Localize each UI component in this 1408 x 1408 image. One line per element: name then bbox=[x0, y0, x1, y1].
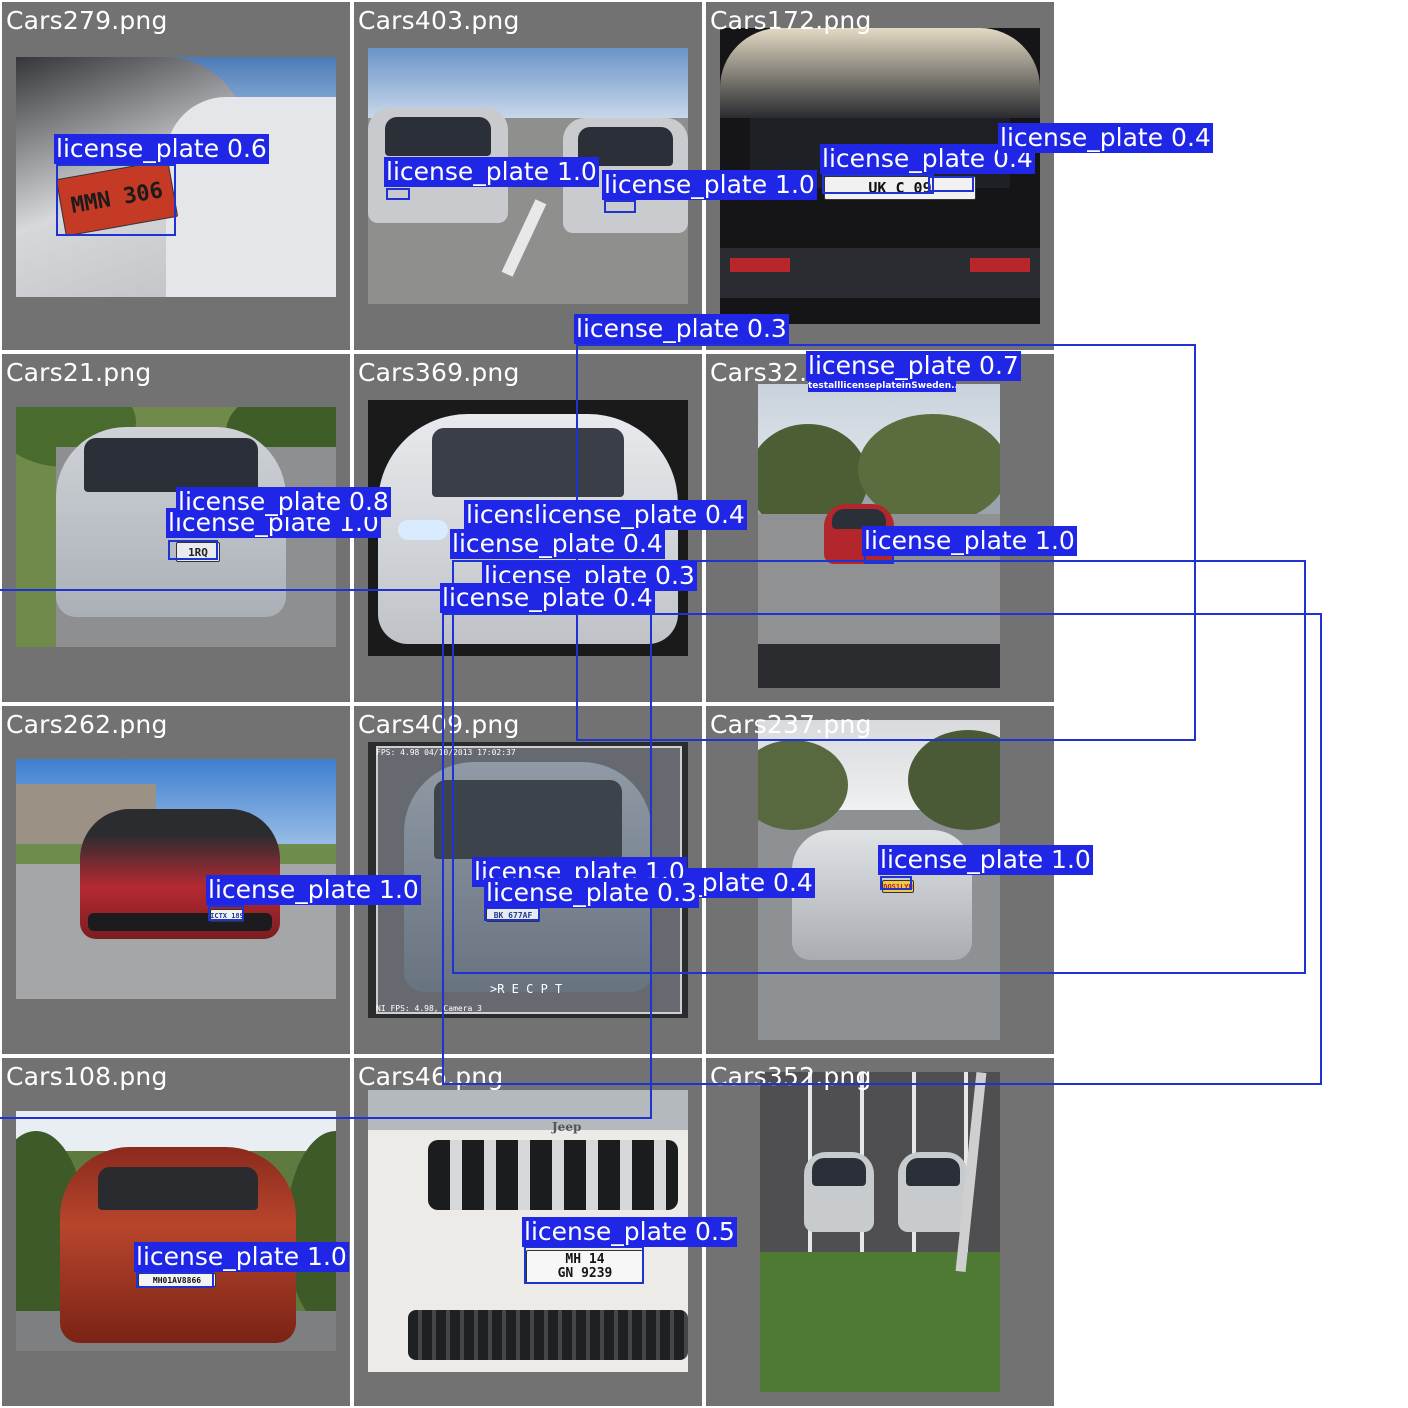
car-photo: MMN 306 bbox=[16, 57, 336, 297]
tile-filename: Cars369.png bbox=[358, 358, 520, 387]
car-photo bbox=[758, 384, 1000, 688]
car-photo: Jeep MH 14 GN 9239 bbox=[368, 1090, 688, 1372]
tile-cars352: Cars352.png bbox=[706, 1058, 1054, 1406]
tile-filename: Cars21.png bbox=[6, 358, 152, 387]
tile-filename: Cars46.png bbox=[358, 1062, 504, 1091]
car-photo: MH01AV8866 bbox=[16, 1111, 336, 1351]
car-photo: ICTX 189 bbox=[16, 759, 336, 999]
receipt-text: >R E C P T bbox=[490, 982, 563, 996]
plate-text: BK 677AF bbox=[486, 908, 540, 922]
car-photo: 1RQ bbox=[16, 407, 336, 647]
jeep-logo-text: Jeep bbox=[552, 1120, 582, 1134]
car-photo: BK 677AF FPS: 4.98 04/10/2013 17:02:37 N… bbox=[368, 742, 688, 1018]
plate-line-2: GN 9239 bbox=[557, 1266, 613, 1281]
tile-filename: Cars403.png bbox=[358, 6, 520, 35]
tile-cars403: Cars403.png bbox=[354, 2, 702, 350]
tile-cars279: Cars279.png MMN 306 bbox=[2, 2, 350, 350]
car-photo: DOS1LYN bbox=[758, 720, 1000, 1040]
tile-cars237: Cars237.png DOS1LYN bbox=[706, 706, 1054, 1054]
tile-filename: Cars262.png bbox=[6, 710, 168, 739]
plate-text: MH01AV8866 bbox=[138, 1273, 216, 1287]
plate-text: UK C 09 bbox=[824, 176, 976, 200]
plate-text: DOS1LYN bbox=[882, 880, 914, 893]
tile-filename: Cars172.png bbox=[710, 6, 872, 35]
tile-cars108: Cars108.png MH01AV8866 bbox=[2, 1058, 350, 1406]
tile-filename: Cars409.png bbox=[358, 710, 520, 739]
car-photo bbox=[760, 1072, 1000, 1392]
hud-top-text: FPS: 4.98 04/10/2013 17:02:37 bbox=[376, 748, 516, 757]
plate-text: ICTX 189 bbox=[210, 909, 244, 922]
tile-cars409: Cars409.png BK 677AF FPS: 4.98 04/10/201… bbox=[354, 706, 702, 1054]
tile-filename: Cars32.png bbox=[710, 358, 856, 387]
plate-line-1: MH 14 bbox=[565, 1252, 605, 1267]
car-photo bbox=[368, 400, 688, 656]
tile-filename: Cars279.png bbox=[6, 6, 168, 35]
tile-cars46: Cars46.png Jeep MH 14 GN 9239 bbox=[354, 1058, 702, 1406]
tile-cars172: Cars172.png UK C 09 bbox=[706, 2, 1054, 350]
tile-filename: Cars108.png bbox=[6, 1062, 168, 1091]
tile-filename: Cars352.png bbox=[710, 1062, 872, 1091]
tile-cars21: Cars21.png 1RQ bbox=[2, 354, 350, 702]
plate-text: MH 14 GN 9239 bbox=[526, 1250, 644, 1284]
tile-filename: Cars237.png bbox=[710, 710, 872, 739]
tile-cars369: Cars369.png bbox=[354, 354, 702, 702]
tile-cars262: Cars262.png ICTX 189 bbox=[2, 706, 350, 1054]
plate-text: 1RQ bbox=[176, 542, 220, 562]
car-photo: UK C 09 bbox=[720, 28, 1040, 324]
tile-cars32: Cars32.png bbox=[706, 354, 1054, 702]
hud-bottom-text: NI FPS: 4.98, Camera 3 bbox=[376, 1004, 482, 1013]
car-photo bbox=[368, 48, 688, 304]
